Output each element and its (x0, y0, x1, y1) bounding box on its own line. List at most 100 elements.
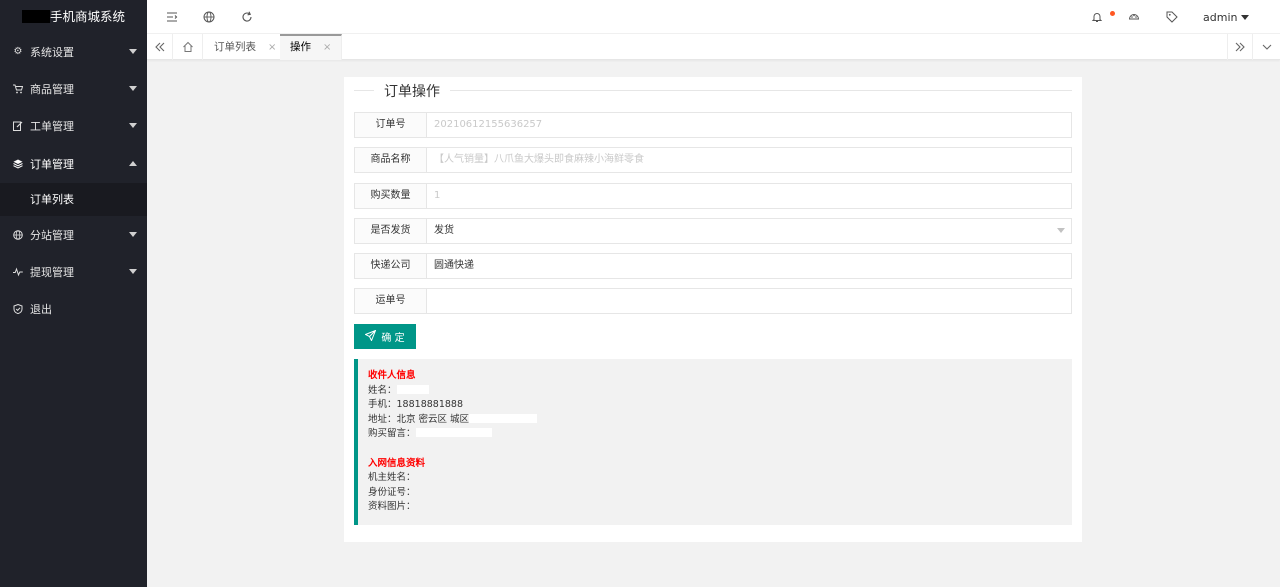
edit-icon (13, 121, 23, 131)
sidebar-item-products[interactable]: 商品管理 (0, 70, 147, 107)
submit-button[interactable]: 确 定 (354, 324, 416, 349)
redacted-block (21, 10, 50, 23)
sidebar-subitem-order-list[interactable]: 订单列表 (0, 183, 147, 216)
tracking-number-row: 运单号 (354, 288, 1072, 314)
recipient-phone-line: 手机：18818881888 (368, 398, 1062, 413)
caret-down-icon (1241, 15, 1250, 20)
owner-name-line: 机主姓名： (368, 472, 416, 483)
tracking-number-field[interactable] (426, 288, 1072, 314)
sidebar-item-label: 退出 (30, 302, 52, 316)
sidebar-item-orders[interactable]: 订单管理 (0, 145, 147, 182)
sidebar-item-withdrawals[interactable]: 提现管理 (0, 253, 147, 290)
submit-label: 确 定 (381, 333, 405, 344)
box-icon (13, 159, 23, 169)
redacted-address (469, 413, 538, 423)
order-number-field: 20210612155636257 (426, 112, 1072, 138)
chevron-down-icon (129, 269, 137, 274)
tabs-dropdown-button[interactable] (1254, 34, 1280, 60)
tab-operation[interactable]: 操作 × (280, 34, 343, 60)
recipient-name-line: 姓名： (368, 384, 1062, 399)
sidebar-item-system-settings[interactable]: ⚙ 系统设置 (0, 33, 147, 70)
tabs-bar: 订单列表 × 操作 × (147, 34, 1280, 60)
sidebar-item-substations[interactable]: 分站管理 (0, 216, 147, 253)
order-operation-card: 订单操作 订单号 20210612155636257 商品名称 【人气销量】八爪… (344, 77, 1082, 542)
shield-icon (13, 303, 23, 314)
send-icon (364, 329, 377, 344)
redacted-name (396, 384, 429, 394)
tab-label: 订单列表 (214, 41, 256, 53)
sidebar: 手机商城系统 ⚙ 系统设置 商品管理 工单管理 订单管理 订单列表 分站管理 提… (0, 0, 147, 587)
name-label: 姓名： (368, 384, 397, 396)
photo-line: 资料图片： (368, 501, 416, 512)
tab-order-list[interactable]: 订单列表 × (204, 34, 288, 60)
sidebar-item-label: 系统设置 (30, 45, 74, 59)
tab-label: 操作 (290, 41, 311, 53)
close-icon[interactable]: × (268, 42, 276, 53)
top-header: admin (147, 0, 1280, 34)
orders-submenu: 订单列表 (0, 183, 147, 216)
sidebar-item-tickets[interactable]: 工单管理 (0, 107, 147, 144)
courier-field[interactable]: 圆通快递 (426, 253, 1072, 279)
netin-title: 入网信息资料 (368, 457, 426, 469)
sidebar-item-label: 订单管理 (30, 157, 74, 171)
app-logo: 手机商城系统 (0, 0, 147, 33)
sidebar-item-label: 分站管理 (30, 228, 74, 242)
order-number-row: 订单号 20210612155636257 (354, 112, 1072, 138)
gear-icon: ⚙ (13, 45, 23, 57)
address-value: 北京 密云区 城区 (396, 413, 470, 425)
quantity-field: 1 (426, 183, 1072, 209)
chevron-down-icon (129, 49, 137, 54)
field-label: 快递公司 (354, 253, 427, 279)
recipient-info-box: 收件人信息 姓名： 手机：18818881888 地址：北京 密云区 城区 购买… (354, 359, 1072, 525)
sidebar-item-label: 工单管理 (30, 119, 74, 133)
pulse-icon (13, 266, 23, 277)
app-title: 手机商城系统 (49, 9, 125, 24)
legend-line (354, 90, 1072, 91)
product-name-row: 商品名称 【人气销量】八爪鱼大爆头即食麻辣小海鲜零食 (354, 147, 1072, 173)
tag-icon[interactable] (1166, 11, 1178, 23)
select-value: 发货 (434, 225, 454, 236)
field-label: 是否发货 (354, 218, 427, 244)
cart-icon (13, 84, 24, 94)
notification-dot (1110, 11, 1115, 16)
theme-icon[interactable] (1128, 11, 1140, 23)
close-icon[interactable]: × (323, 42, 331, 53)
recipient-address-line: 地址：北京 密云区 城区 (368, 413, 1062, 428)
sidebar-item-logout[interactable]: 退出 (0, 290, 147, 327)
globe-icon[interactable] (203, 11, 215, 23)
globe-icon (13, 229, 23, 240)
phone-value: 18818881888 (396, 399, 464, 410)
product-name-field: 【人气销量】八爪鱼大爆头即食麻辣小海鲜零食 (426, 147, 1072, 173)
remark-label: 购买留言： (368, 428, 416, 439)
chevron-down-icon (129, 123, 137, 128)
recipient-title: 收件人信息 (368, 370, 416, 381)
chevron-up-icon (129, 161, 137, 166)
buyer-remark-line: 购买留言： (368, 427, 1062, 442)
menu-toggle-icon[interactable] (166, 11, 178, 23)
sidebar-item-label: 商品管理 (30, 82, 74, 96)
user-menu[interactable]: admin (1203, 11, 1250, 24)
field-label: 购买数量 (354, 183, 427, 209)
username: admin (1203, 11, 1238, 24)
address-label: 地址： (368, 413, 397, 425)
courier-row: 快递公司 圆通快递 (354, 253, 1072, 279)
quantity-row: 购买数量 1 (354, 183, 1072, 209)
chevron-down-icon (1057, 228, 1065, 233)
id-card-line: 身份证号： (368, 486, 416, 498)
chevron-down-icon (129, 86, 137, 91)
phone-label: 手机： (368, 399, 397, 410)
form-legend: 订单操作 (354, 81, 1072, 101)
redacted-remark (415, 428, 492, 437)
refresh-icon[interactable] (241, 11, 253, 23)
home-tab[interactable] (173, 34, 203, 60)
field-label: 订单号 (354, 112, 427, 138)
chevron-down-icon (129, 232, 137, 237)
ship-status-select[interactable]: 发货 (426, 218, 1072, 244)
form-title: 订单操作 (374, 81, 450, 101)
scroll-left-button[interactable] (147, 34, 173, 60)
bell-icon[interactable] (1091, 11, 1103, 23)
scroll-right-button[interactable] (1227, 34, 1253, 60)
field-label: 商品名称 (354, 147, 427, 173)
sidebar-item-label: 提现管理 (30, 265, 74, 279)
